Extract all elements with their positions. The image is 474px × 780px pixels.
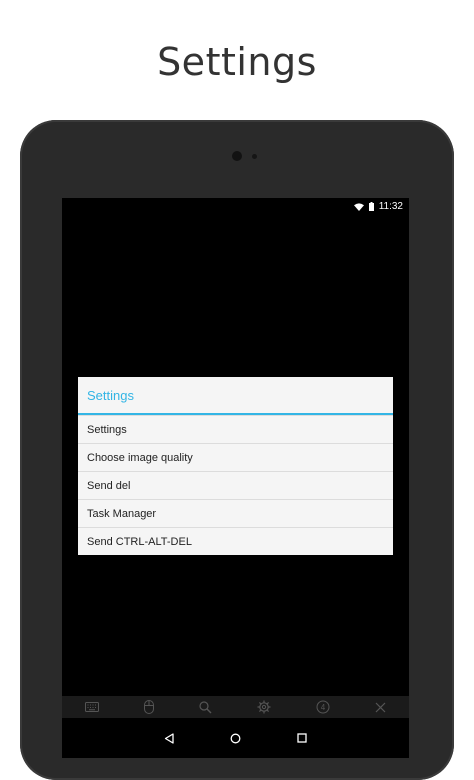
page-caption: Settings [157, 40, 317, 84]
status-time: 11:32 [378, 201, 403, 212]
search-icon[interactable] [199, 700, 212, 714]
menu-item-task-manager[interactable]: Task Manager [78, 499, 393, 527]
menu-item-choose-image-quality[interactable]: Choose image quality [78, 443, 393, 471]
camera-icon [232, 151, 242, 161]
gear-icon[interactable] [257, 700, 271, 714]
status-icons: 11:32 [353, 201, 403, 212]
keyboard-icon[interactable] [84, 702, 99, 712]
wifi-icon [353, 202, 364, 211]
status-bar: 11:32 [62, 198, 409, 214]
back-icon[interactable] [164, 732, 174, 744]
close-icon[interactable] [375, 702, 386, 713]
recents-icon[interactable] [297, 733, 307, 743]
dialog-title: Settings [78, 377, 393, 415]
finger-count-icon[interactable]: 4 [316, 700, 330, 714]
sensor-icon [252, 154, 257, 159]
settings-dialog: Settings Settings Choose image quality S… [78, 377, 393, 555]
navigation-bar [62, 718, 409, 758]
device-screen: 11:32 Settings Settings Choose image qua… [62, 198, 409, 758]
menu-item-send-ctrl-alt-del[interactable]: Send CTRL-ALT-DEL [78, 527, 393, 555]
remote-toolbar: 4 [62, 696, 409, 718]
home-icon[interactable] [230, 733, 241, 744]
menu-item-settings[interactable]: Settings [78, 415, 393, 443]
menu-item-send-del[interactable]: Send del [78, 471, 393, 499]
battery-icon [368, 202, 374, 211]
mouse-icon[interactable] [143, 700, 154, 714]
finger-count-label: 4 [321, 703, 326, 712]
